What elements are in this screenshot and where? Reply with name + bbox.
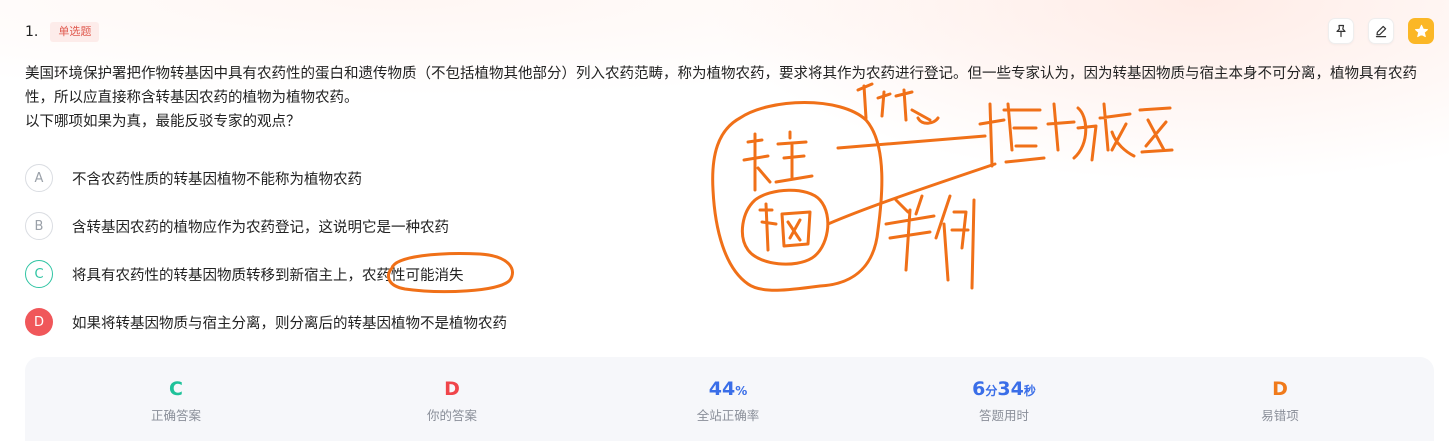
stat-time-used: 6分34秒 答题用时 xyxy=(904,377,1104,424)
option-b[interactable]: B 含转基因农药的植物应作为农药登记，这说明它是一种农药 xyxy=(25,211,449,241)
time-seconds: 34 xyxy=(997,378,1024,400)
answer-stats-panel: C 正确答案 D 你的答案 44% 全站正确率 6分34秒 答题用时 D 易错项 xyxy=(25,357,1434,441)
annotation-word-gene xyxy=(758,202,812,252)
star-icon xyxy=(1414,24,1428,37)
time-seconds-unit: 秒 xyxy=(1023,384,1036,398)
annotation-line-host xyxy=(836,134,987,150)
pencil-icon xyxy=(1375,25,1387,38)
accuracy-unit: % xyxy=(735,384,748,398)
accuracy-label: 全站正确率 xyxy=(696,408,760,423)
annotation-word-example xyxy=(884,194,976,290)
option-d[interactable]: D 如果将转基因物质与宿主分离，则分离后的转基因植物不是植物农药 xyxy=(25,307,507,337)
common-wrong-value: D xyxy=(1272,378,1288,400)
option-b-text: 含转基因农药的植物应作为农药登记，这说明它是一种农药 xyxy=(72,219,449,236)
option-c[interactable]: C 将具有农药性的转基因物质转移到新宿主上，农药性可能消失 xyxy=(25,259,464,289)
option-b-letter: B xyxy=(25,212,53,240)
edit-note-button[interactable] xyxy=(1368,18,1394,44)
question-stem: 美国环境保护署把作物转基因中具有农药性的蛋白和遗传物质（不包括植物其他部分）列入… xyxy=(25,62,1430,134)
question-type-badge: 单选题 xyxy=(50,22,100,42)
stat-your-answer: D 你的答案 xyxy=(352,377,552,424)
stat-common-wrong: D 易错项 xyxy=(1180,377,1380,424)
option-a-letter: A xyxy=(25,164,53,192)
option-c-letter: C xyxy=(25,260,53,288)
accuracy-value: 44% xyxy=(628,377,828,401)
option-a[interactable]: A 不含农药性质的转基因植物不能称为植物农药 xyxy=(25,163,362,193)
question-prompt: 以下哪项如果为真，最能反驳专家的观点？ xyxy=(25,114,301,130)
annotation-line-gene xyxy=(826,162,997,226)
annotation-inner-circle xyxy=(740,188,830,266)
pin-icon xyxy=(1336,24,1346,38)
time-minutes: 6 xyxy=(972,378,986,400)
time-used-value: 6分34秒 xyxy=(904,377,1104,401)
time-used-label: 答题用时 xyxy=(978,408,1029,423)
option-c-text: 将具有农药性的转基因物质转移到新宿主上，农药性可能消失 xyxy=(72,267,464,284)
your-answer-value: D xyxy=(444,378,460,400)
accuracy-number: 44 xyxy=(708,378,736,400)
your-answer-label: 你的答案 xyxy=(426,408,477,423)
time-minutes-unit: 分 xyxy=(985,384,998,398)
favorite-button[interactable] xyxy=(1408,18,1434,44)
option-d-letter: D xyxy=(25,308,53,336)
correct-answer-label: 正确答案 xyxy=(150,408,201,423)
annotation-word-host xyxy=(742,130,814,192)
option-a-text: 不含农药性质的转基因植物不能称为植物农药 xyxy=(72,171,362,188)
stat-correct-answer: C 正确答案 xyxy=(76,377,276,424)
correct-answer-value: C xyxy=(169,378,183,400)
question-number: 1. xyxy=(25,24,39,40)
question-header: 1. 单选题 xyxy=(25,20,100,44)
common-wrong-label: 易错项 xyxy=(1261,408,1299,423)
question-stem-text: 美国环境保护署把作物转基因中具有农药性的蛋白和遗传物质（不包括植物其他部分）列入… xyxy=(25,66,1417,106)
option-d-text: 如果将转基因物质与宿主分离，则分离后的转基因植物不是植物农药 xyxy=(72,315,507,332)
pin-button[interactable] xyxy=(1328,18,1354,44)
stat-accuracy: 44% 全站正确率 xyxy=(628,377,828,424)
